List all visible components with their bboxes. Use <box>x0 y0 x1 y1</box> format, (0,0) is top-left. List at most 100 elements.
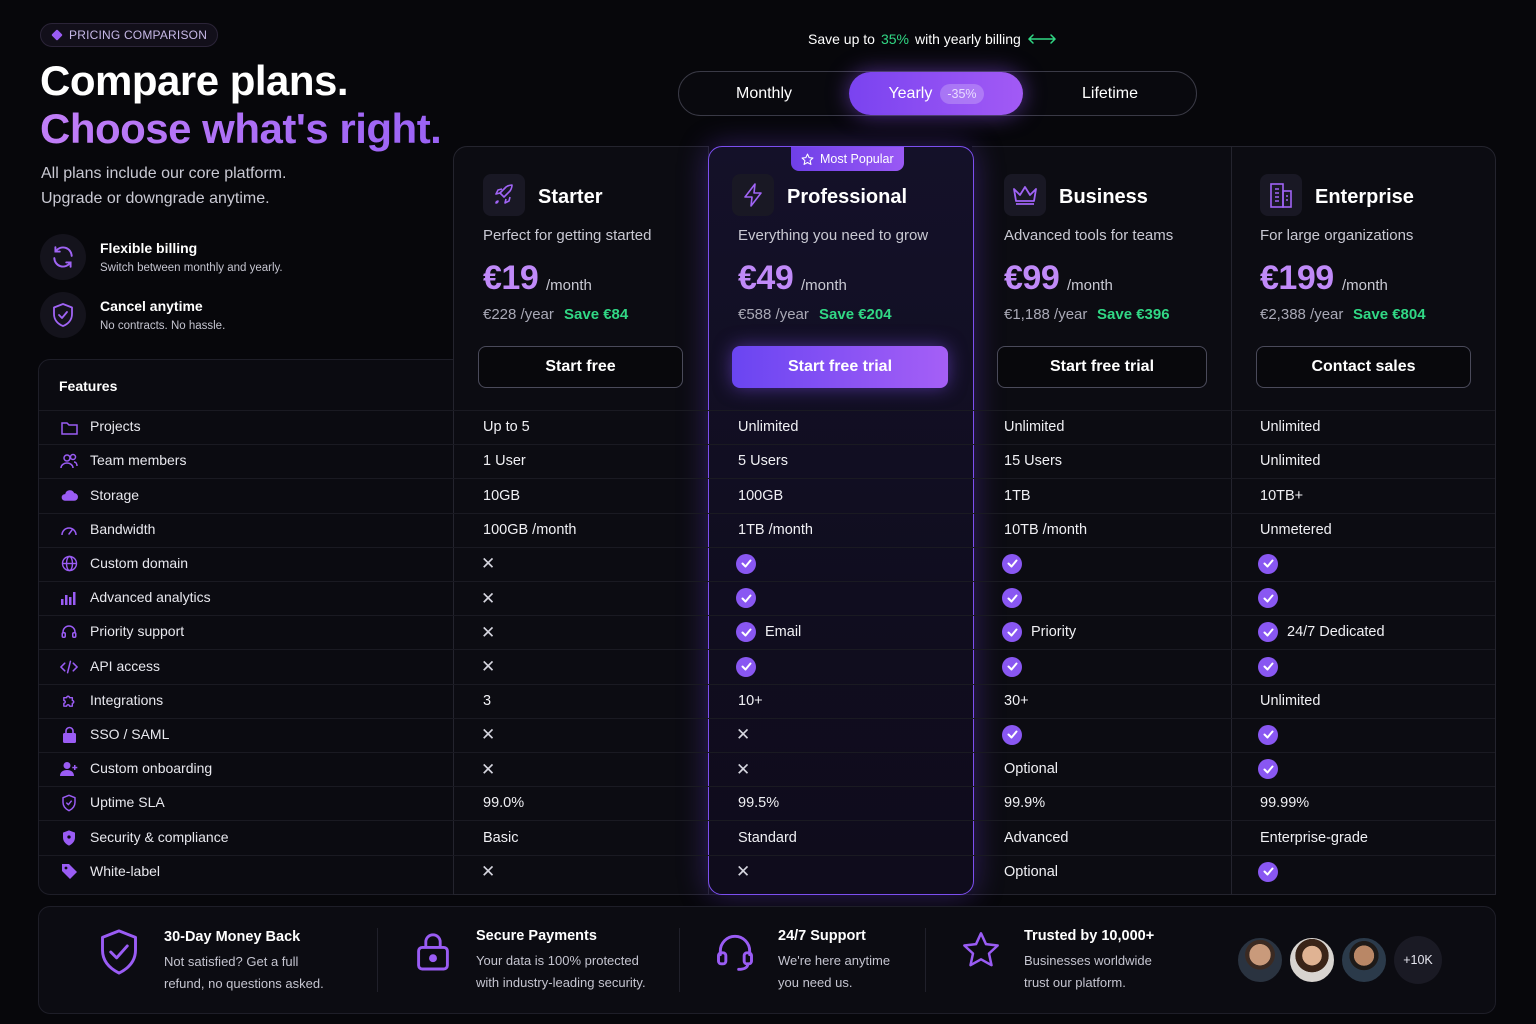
row-divider <box>39 478 1495 480</box>
security-shield-icon <box>60 829 78 847</box>
table-cell <box>736 656 756 677</box>
plan-price: €19 <box>483 259 539 297</box>
plan-price: €199 <box>1260 259 1334 297</box>
feature-name: Team members <box>90 452 187 469</box>
table-cell: ✕ <box>481 725 495 745</box>
tag-icon <box>60 863 78 881</box>
perk-title: Cancel anytime <box>100 298 203 314</box>
perk-cancel-anytime: Cancel anytime No contracts. No hassle. <box>40 292 225 338</box>
cell-value: Standard <box>738 829 797 846</box>
table-cell: Standard <box>738 828 797 848</box>
footer-title: Trusted by 10,000+ <box>1024 928 1155 944</box>
table-cell: Email <box>736 622 801 643</box>
table-cell: Basic <box>483 828 518 848</box>
footer-desc: Your data is 100% protected <box>476 953 639 968</box>
button-label: Start free trial <box>787 358 893 375</box>
x-mark-icon: ✕ <box>736 725 751 745</box>
button-label: Start free <box>545 358 616 375</box>
table-cell: ✕ <box>481 622 495 642</box>
tab-label: Lifetime <box>1081 84 1139 102</box>
table-cell: 24/7 Dedicated <box>1258 622 1385 643</box>
row-divider <box>39 820 1495 822</box>
avatar <box>1288 936 1336 984</box>
cell-value: 100GB /month <box>483 521 577 538</box>
table-cell: ✕ <box>736 759 750 779</box>
cell-value: Basic <box>483 829 519 846</box>
avatar <box>1236 936 1284 984</box>
check-icon <box>1258 724 1278 745</box>
perk-flexible-billing: Flexible billing Switch between monthly a… <box>40 234 283 280</box>
cell-value: 30+ <box>1004 692 1029 709</box>
footer-desc: Not satisfied? Get a full <box>164 954 299 969</box>
table-cell <box>1258 861 1278 882</box>
globe-icon <box>60 555 78 573</box>
table-cell: Unmetered <box>1260 520 1332 540</box>
tab-label: Monthly <box>735 84 793 102</box>
x-mark-icon: ✕ <box>481 759 496 779</box>
yearly-savings-note: Save up to 35% with yearly billing <box>808 31 1057 47</box>
row-divider <box>39 752 1495 753</box>
divider <box>679 928 680 992</box>
price-period: /month <box>1067 277 1113 294</box>
perk-desc: Switch between monthly and yearly. <box>100 262 283 274</box>
refresh-icon <box>40 234 86 280</box>
double-arrow-icon <box>1027 34 1056 44</box>
tab-monthly[interactable]: Monthly <box>679 72 849 115</box>
diamond-icon <box>51 29 63 41</box>
cell-value: 10TB+ <box>1260 487 1304 504</box>
footer-desc: Businesses worldwide <box>1024 953 1152 968</box>
crown-icon <box>1004 174 1046 216</box>
x-mark-icon: ✕ <box>481 622 496 642</box>
feature-name: White-label <box>90 862 161 879</box>
table-cell: Up to 5 <box>483 417 530 437</box>
table-cell: 99.9% <box>1004 793 1045 813</box>
gauge-icon <box>60 521 78 539</box>
divider <box>377 928 378 992</box>
save-prefix: Save up to <box>808 31 875 47</box>
contact-sales-button[interactable]: Contact sales <box>1256 346 1471 388</box>
check-icon <box>1258 861 1278 882</box>
users-icon <box>60 452 78 470</box>
feature-name: Projects <box>90 418 141 435</box>
row-divider <box>39 683 1495 685</box>
start-free-trial-button[interactable]: Start free trial <box>732 346 948 388</box>
table-cell: 1 User <box>483 451 526 471</box>
table-cell: Priority <box>1002 622 1076 643</box>
start-free-trial-button[interactable]: Start free trial <box>997 346 1207 388</box>
x-mark-icon: ✕ <box>481 725 496 745</box>
cell-value: 100GB <box>738 487 784 504</box>
yearly-price: €588 /year <box>738 306 809 323</box>
table-cell: ✕ <box>481 554 495 574</box>
padlock-icon <box>417 933 449 971</box>
page-title-accent: Choose what's right. <box>40 105 442 152</box>
table-cell: 1TB /month <box>738 520 813 540</box>
check-icon <box>1002 553 1022 574</box>
check-icon <box>1002 588 1022 609</box>
shield-check-icon <box>101 929 137 975</box>
divider <box>925 928 926 992</box>
x-mark-icon: ✕ <box>481 862 496 882</box>
row-divider <box>39 581 1495 582</box>
puzzle-icon <box>60 692 78 710</box>
cell-value: Unlimited <box>1260 692 1321 709</box>
table-cell: ✕ <box>481 588 495 608</box>
tab-lifetime[interactable]: Lifetime <box>1023 72 1197 115</box>
star-icon <box>801 153 814 165</box>
cell-value: 10+ <box>738 692 763 709</box>
cell-value: Up to 5 <box>483 419 530 436</box>
cell-value: 1TB <box>1004 487 1031 504</box>
more-users-count: +10K <box>1394 936 1442 984</box>
cell-value: Optional <box>1004 761 1059 778</box>
headset-icon <box>60 623 78 641</box>
rocket-icon <box>483 174 525 216</box>
plan-description: Advanced tools for teams <box>1004 227 1174 244</box>
x-mark-icon: ✕ <box>736 759 751 779</box>
tab-yearly[interactable]: Yearly -35% <box>849 72 1023 115</box>
start-free-button[interactable]: Start free <box>478 346 683 388</box>
cell-value: 1 User <box>483 453 526 470</box>
button-label: Contact sales <box>1311 358 1416 375</box>
save-percent: 35% <box>880 31 909 47</box>
yearly-price: €2,388 /year <box>1260 306 1344 323</box>
features-header: Features <box>59 378 118 394</box>
row-divider <box>39 512 1495 514</box>
